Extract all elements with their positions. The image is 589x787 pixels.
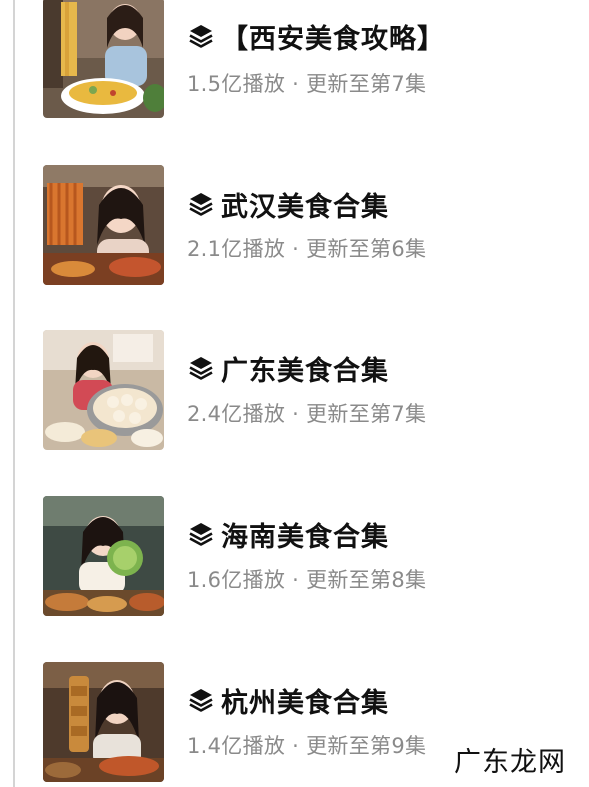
- collection-thumbnail[interactable]: [43, 496, 164, 616]
- stack-layers-icon: [189, 689, 213, 712]
- title-row[interactable]: 【西安美食攻略】: [187, 16, 445, 56]
- collection-title[interactable]: 杭州美食合集: [221, 681, 389, 720]
- collection-title[interactable]: 【西安美食攻略】: [221, 17, 445, 56]
- stack-layers-icon: [189, 25, 213, 48]
- collection-thumbnail[interactable]: [43, 0, 164, 118]
- collection-item-xian[interactable]: 【西安美食攻略】 1.5亿播放 · 更新至第7集: [0, 0, 589, 122]
- collection-list: 【西安美食攻略】 1.5亿播放 · 更新至第7集 武汉美食合集 2.1亿播放 ·…: [0, 0, 589, 787]
- collection-thumbnail[interactable]: [43, 165, 164, 285]
- stack-layers-icon: [189, 193, 213, 216]
- title-row[interactable]: 广东美食合集: [187, 348, 389, 388]
- collection-item-guangdong[interactable]: 广东美食合集 2.4亿播放 · 更新至第7集: [0, 330, 589, 454]
- watermark-text: 广东龙网: [452, 740, 568, 779]
- stack-layers-icon: [189, 523, 213, 546]
- collection-title[interactable]: 海南美食合集: [221, 515, 389, 554]
- collection-meta: 1.6亿播放 · 更新至第8集: [187, 568, 427, 592]
- collection-title[interactable]: 广东美食合集: [221, 349, 389, 388]
- title-row[interactable]: 杭州美食合集: [187, 680, 389, 720]
- stack-layers-icon: [189, 357, 213, 380]
- collection-item-hainan[interactable]: 海南美食合集 1.6亿播放 · 更新至第8集: [0, 496, 589, 620]
- collection-meta: 1.5亿播放 · 更新至第7集: [187, 72, 427, 96]
- collection-meta: 1.4亿播放 · 更新至第9集: [187, 734, 427, 758]
- collection-meta: 2.4亿播放 · 更新至第7集: [187, 402, 427, 426]
- collection-meta: 2.1亿播放 · 更新至第6集: [187, 237, 427, 261]
- title-row[interactable]: 武汉美食合集: [187, 184, 389, 224]
- collection-title[interactable]: 武汉美食合集: [221, 185, 389, 224]
- collection-thumbnail[interactable]: [43, 330, 164, 450]
- collection-thumbnail[interactable]: [43, 662, 164, 782]
- collection-item-wuhan[interactable]: 武汉美食合集 2.1亿播放 · 更新至第6集: [0, 165, 589, 289]
- title-row[interactable]: 海南美食合集: [187, 514, 389, 554]
